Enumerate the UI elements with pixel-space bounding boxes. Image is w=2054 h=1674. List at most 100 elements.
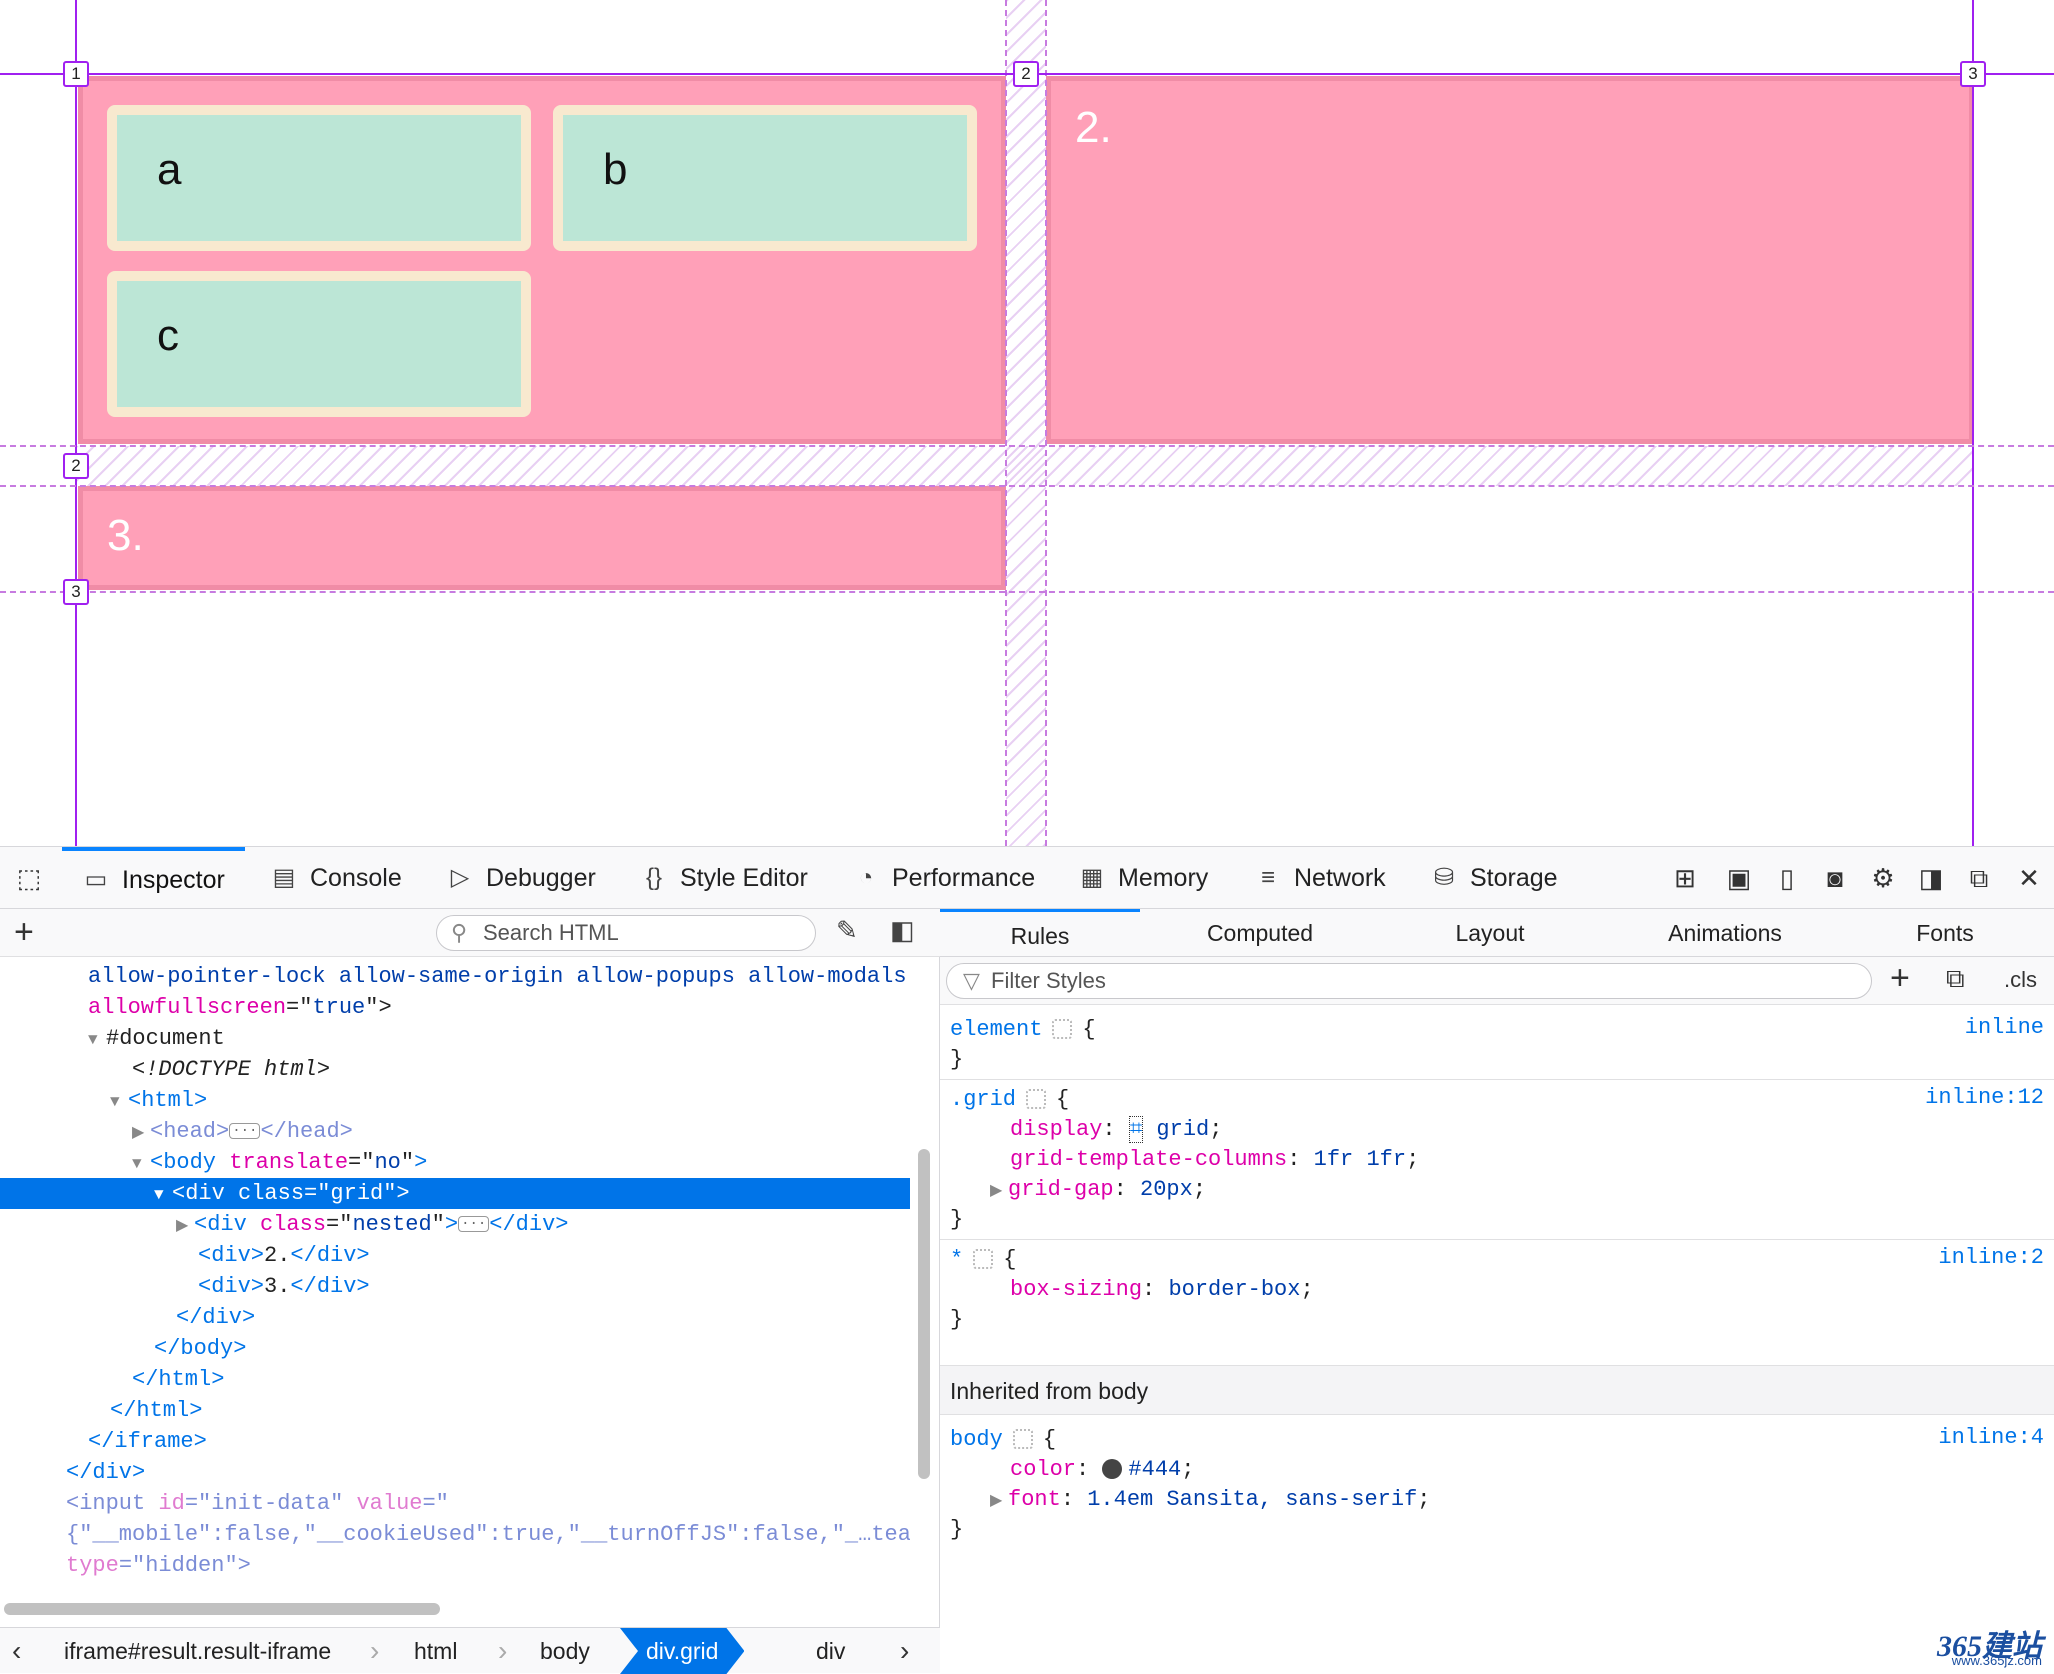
tab-inspector[interactable]: ▭ Inspector (62, 847, 245, 909)
tree-line[interactable]: </div> (0, 1302, 910, 1333)
tree-line[interactable]: {"__mobile":false,"__cookieUsed":true,"_… (0, 1519, 910, 1550)
rule-source-link[interactable]: inline:2 (1938, 1245, 2044, 1270)
tree-line[interactable]: </html> (0, 1395, 910, 1426)
breadcrumb-item[interactable]: html (414, 1628, 457, 1674)
close-icon[interactable]: ✕ (2012, 861, 2046, 895)
rule-selector[interactable]: element{ (950, 1015, 1096, 1045)
watermark-url: www.365jz.com (1951, 1653, 2042, 1668)
tree-line[interactable]: </iframe> (0, 1426, 910, 1457)
cls-button[interactable]: .cls (2004, 967, 2037, 993)
tree-line-selected[interactable]: ▼ <div class="grid"> (0, 1178, 910, 1209)
tree-line[interactable]: <input id="init-data" value=" (0, 1488, 910, 1519)
tab-memory[interactable]: ▦ Memory (1078, 847, 1209, 909)
tab-style-editor[interactable]: {} Style Editor (640, 847, 808, 909)
tree-line[interactable]: </html> (0, 1364, 910, 1395)
ellipsis-icon[interactable]: ··· (229, 1123, 261, 1140)
tree-line[interactable]: type="hidden"> (0, 1550, 910, 1581)
breadcrumb-item-active[interactable]: div.grid (620, 1628, 744, 1674)
eyedropper-icon[interactable]: ✎ (836, 915, 858, 946)
split-console-icon[interactable]: ▣ (1722, 861, 1756, 895)
collapse-triangle-icon[interactable]: ▼ (110, 1087, 128, 1118)
rule-source-link[interactable]: inline (1965, 1015, 2044, 1040)
toggle-sidebar-icon[interactable]: ◧ (890, 915, 915, 946)
expand-triangle-icon[interactable]: ▶ (990, 1176, 1008, 1206)
ellipsis-icon[interactable]: ··· (458, 1216, 490, 1233)
tab-animations[interactable]: Animations (1600, 909, 1850, 957)
tree-line[interactable]: ▼ <body translate="no"> (0, 1147, 910, 1178)
declaration[interactable]: ▶ font: 1.4em Sansita, sans-serif; (990, 1485, 1430, 1515)
tab-fonts[interactable]: Fonts (1850, 909, 2040, 957)
declaration[interactable]: display: ⌗ grid; (1010, 1115, 1222, 1145)
tab-computed[interactable]: Computed (1140, 909, 1380, 957)
tab-performance[interactable]: ◔ Performance (852, 847, 1035, 909)
debugger-icon: ▷ (450, 864, 470, 891)
declaration[interactable]: color: #444; (1010, 1455, 1194, 1485)
grid-cell-2: 2. (1046, 76, 1974, 444)
tree-line[interactable]: allow-pointer-lock allow-same-origin all… (0, 961, 910, 992)
tab-rules[interactable]: Rules (940, 909, 1140, 957)
cell-label: 2. (1075, 103, 1112, 152)
tab-layout[interactable]: Layout (1380, 909, 1600, 957)
tree-line[interactable]: <div>2.</div> (0, 1240, 910, 1271)
tree-line[interactable]: <div>3.</div> (0, 1271, 910, 1302)
toggle-pseudo-classes-icon[interactable]: ⧉ (1946, 963, 1965, 995)
tree-line[interactable]: ▼ #document (0, 1023, 910, 1054)
dock-side-icon[interactable]: ◨ (1914, 861, 1948, 895)
tab-debugger[interactable]: ▷ Debugger (446, 847, 596, 909)
vertical-scrollbar[interactable] (918, 1149, 930, 1479)
rule-source-link[interactable]: inline:12 (1925, 1085, 2044, 1110)
tree-line[interactable]: </div> (0, 1457, 910, 1488)
responsive-mode-icon[interactable]: ▯ (1770, 861, 1804, 895)
declaration[interactable]: ▶ grid-gap: 20px; (990, 1175, 1206, 1205)
horizontal-scrollbar[interactable] (4, 1603, 440, 1615)
rule-settings-icon[interactable] (1012, 1429, 1033, 1450)
rule-settings-icon[interactable] (1052, 1019, 1073, 1040)
declaration[interactable]: box-sizing: border-box; (1010, 1275, 1314, 1305)
filter-styles-input[interactable]: ▽ Filter Styles (946, 963, 1872, 999)
tree-line[interactable]: ▶ <div class="nested"> ··· </div> (0, 1209, 910, 1240)
declaration[interactable]: grid-template-columns: 1fr 1fr; (1010, 1145, 1419, 1175)
add-rule-button[interactable]: + (1890, 959, 1910, 998)
rule-settings-icon[interactable] (1026, 1089, 1047, 1110)
tree-line[interactable]: <!DOCTYPE html> (0, 1054, 910, 1085)
tab-console[interactable]: ▤ Console (270, 847, 402, 909)
settings-gear-icon[interactable]: ⚙ (1866, 861, 1900, 895)
expand-triangle-icon[interactable]: ▶ (176, 1211, 194, 1242)
tree-line[interactable]: allowfullscreen="true"> (0, 992, 910, 1023)
rule-selector[interactable]: *{ (950, 1245, 1016, 1275)
tree-line[interactable]: </body> (0, 1333, 910, 1364)
color-swatch[interactable] (1102, 1459, 1123, 1480)
frame-select-icon[interactable]: ⊞ (1668, 861, 1702, 895)
breadcrumb: ‹ iframe#result.result-iframe › html › b… (0, 1627, 940, 1673)
tab-label: Network (1294, 863, 1386, 892)
collapse-triangle-icon[interactable]: ▼ (88, 1025, 106, 1056)
add-node-button[interactable]: + (14, 913, 34, 951)
style-editor-icon: {} (645, 864, 663, 891)
tab-network[interactable]: ≡ Network (1254, 847, 1386, 909)
collapse-triangle-icon[interactable]: ▼ (154, 1180, 172, 1211)
tab-storage[interactable]: ⛁ Storage (1430, 847, 1558, 909)
filter-placeholder: Filter Styles (991, 968, 1106, 993)
collapse-triangle-icon[interactable]: ▼ (132, 1149, 150, 1180)
tree-line[interactable]: ▶ <head> ··· </head> (0, 1116, 910, 1147)
rule-selector[interactable]: body{ (950, 1425, 1056, 1455)
rule-settings-icon[interactable] (973, 1249, 994, 1270)
element-picker-icon[interactable]: ⬚ (12, 861, 46, 895)
tab-label: Memory (1118, 863, 1209, 892)
rule-source-link[interactable]: inline:4 (1938, 1425, 2044, 1450)
rule-selector[interactable]: .grid{ (950, 1085, 1069, 1115)
undock-icon[interactable]: ⧉ (1962, 861, 1996, 895)
expand-triangle-icon[interactable]: ▶ (132, 1118, 150, 1149)
expand-triangle-icon[interactable]: ▶ (990, 1486, 1008, 1516)
tree-line[interactable]: ▼ <html> (0, 1085, 910, 1116)
inherited-header: Inherited from body (940, 1365, 2054, 1415)
breadcrumb-item[interactable]: body (540, 1628, 590, 1674)
breadcrumb-forward-icon[interactable]: › (900, 1628, 909, 1674)
breadcrumb-back-icon[interactable]: ‹ (12, 1628, 21, 1674)
search-html-input[interactable]: ⚲ Search HTML (436, 915, 816, 951)
grid-highlighter-icon[interactable]: ⌗ (1128, 1116, 1144, 1143)
breadcrumb-item[interactable]: div (816, 1628, 845, 1674)
rule-divider (940, 1079, 2054, 1080)
breadcrumb-item[interactable]: iframe#result.result-iframe (64, 1628, 331, 1674)
screenshot-icon[interactable]: ◙ (1818, 861, 1852, 895)
